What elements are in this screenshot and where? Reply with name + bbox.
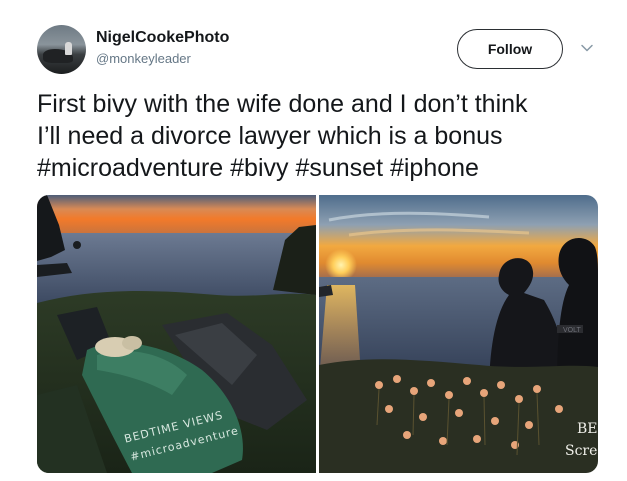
- user-handle[interactable]: @monkeyleader: [96, 51, 191, 66]
- tweet-text: First bivy with the wife done and I don’…: [37, 88, 607, 184]
- photo-bivy-bags[interactable]: BEDTIME VIEWS #microadventure: [37, 195, 316, 473]
- jacket-logo-text: VOLT: [563, 327, 581, 334]
- avatar-person: [65, 42, 72, 55]
- tweet-hashtags[interactable]: #microadventure #bivy #sunset #iphone: [37, 152, 607, 184]
- photo-sunset-couple[interactable]: VOLT BE Scree: [319, 195, 598, 473]
- follow-button[interactable]: Follow: [457, 29, 563, 69]
- tweet-line: I’ll need a divorce lawyer which is a bo…: [37, 122, 503, 150]
- photo-sunset-couple-image: VOLT: [319, 195, 598, 473]
- tweet-line: First bivy with the wife done and I don’…: [37, 90, 528, 118]
- photo-overlay-text-1: BE: [577, 421, 598, 437]
- chevron-down-icon[interactable]: [580, 41, 594, 55]
- photo-overlay-text-2: Scree: [565, 443, 598, 459]
- tweet-media[interactable]: BEDTIME VIEWS #microadventure VOLT BE Sc…: [37, 195, 598, 473]
- avatar[interactable]: [37, 25, 86, 74]
- user-display-name[interactable]: NigelCookePhoto: [96, 29, 229, 47]
